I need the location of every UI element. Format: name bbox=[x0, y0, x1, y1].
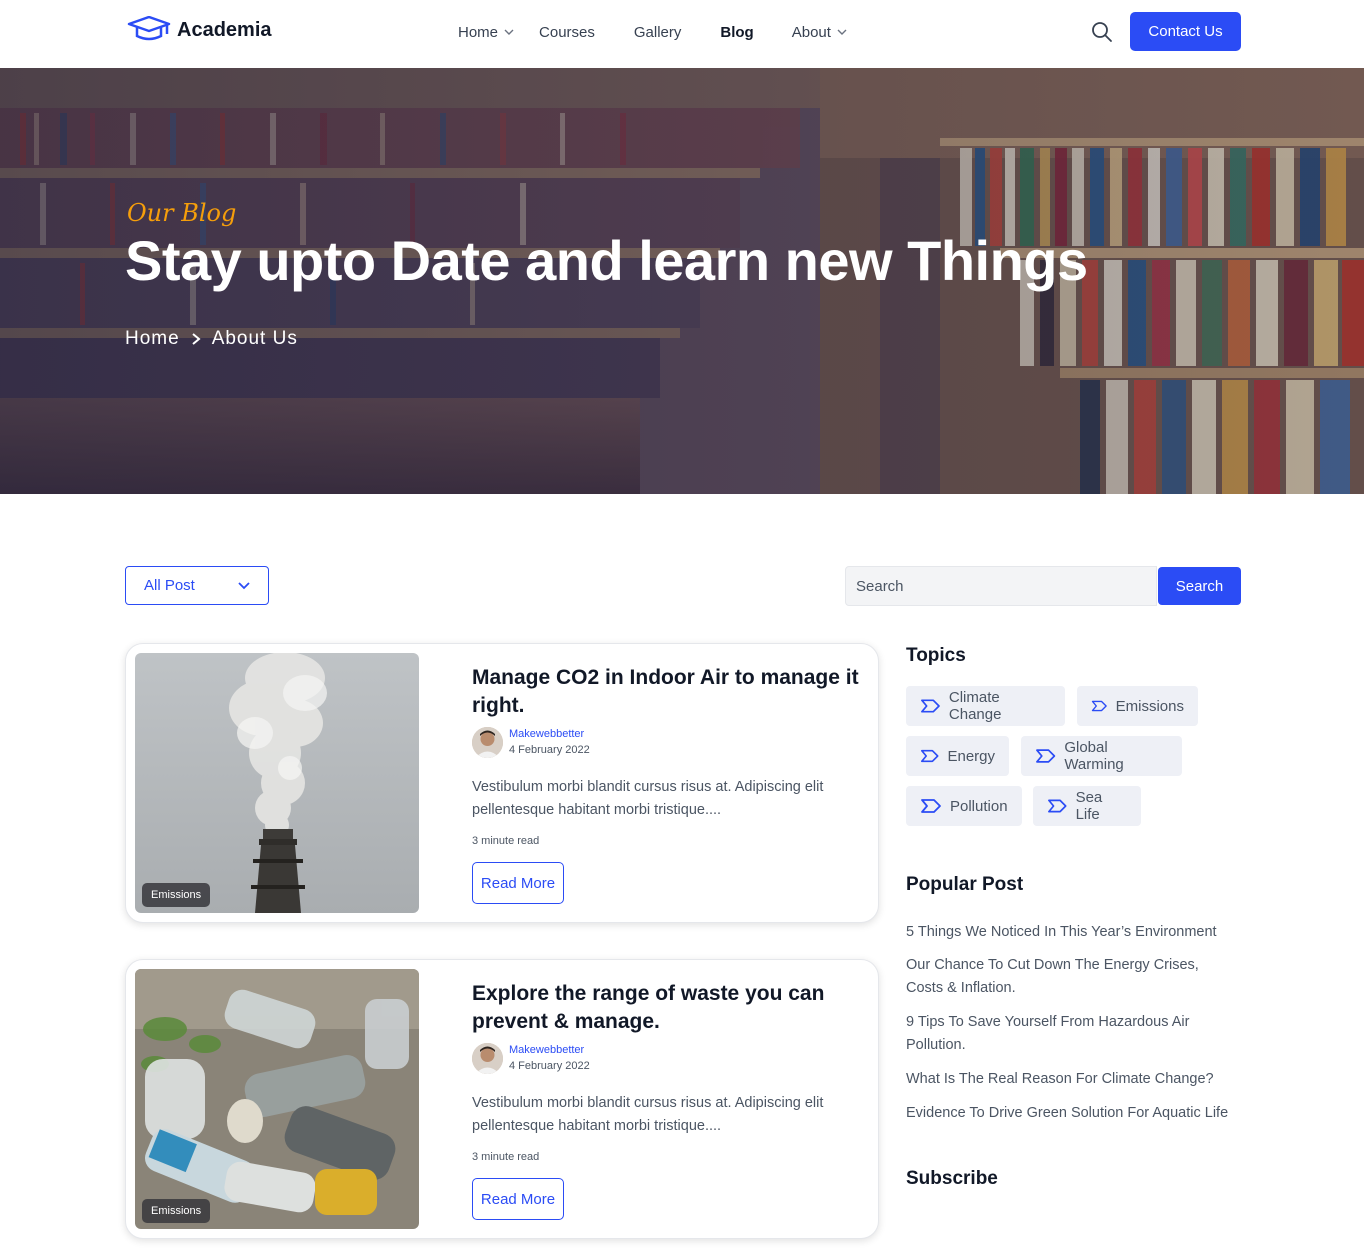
tag-icon bbox=[1048, 799, 1067, 813]
post-image[interactable]: Emissions bbox=[135, 969, 419, 1229]
popular-post-link[interactable]: Evidence To Drive Green Solution For Aqu… bbox=[906, 1102, 1236, 1125]
chevron-right-icon bbox=[192, 333, 201, 345]
chevron-down-icon bbox=[238, 581, 250, 589]
topic-label: Global Warming bbox=[1064, 739, 1124, 773]
topic-label: Pollution bbox=[950, 797, 1008, 815]
breadcrumb-current[interactable]: About Us bbox=[212, 328, 298, 350]
topic-global-warming[interactable]: Global Warming bbox=[1021, 736, 1182, 776]
logo-text: Academia bbox=[177, 18, 272, 41]
post-image[interactable]: Emissions bbox=[135, 653, 419, 913]
avatar bbox=[472, 1042, 503, 1074]
topic-label: Climate Change bbox=[948, 689, 1002, 723]
post-date: 4 February 2022 bbox=[509, 744, 590, 756]
popular-post-heading: Popular Post bbox=[906, 874, 1024, 895]
smokestack-image bbox=[135, 653, 419, 913]
popular-post-link[interactable]: Our Chance To Cut Down The Energy Crises… bbox=[906, 954, 1236, 1000]
menu-label: Home bbox=[458, 23, 499, 41]
breadcrumb-home[interactable]: Home bbox=[125, 328, 180, 350]
top-nav: Academia Home Courses Gallery Blog About… bbox=[0, 0, 1364, 68]
subscribe-heading: Subscribe bbox=[906, 1168, 998, 1189]
topics-heading: Topics bbox=[906, 645, 966, 666]
avatar bbox=[472, 726, 503, 758]
topic-label: Emissions bbox=[1115, 697, 1184, 715]
breadcrumb: Home About Us bbox=[125, 328, 298, 350]
main-menu: Home Courses Gallery Blog About bbox=[458, 22, 847, 42]
tag-icon bbox=[920, 749, 939, 763]
popular-post-link[interactable]: 5 Things We Noticed In This Year’s Envir… bbox=[906, 921, 1236, 944]
menu-label: Gallery bbox=[633, 23, 682, 41]
read-time: 3 minute read bbox=[472, 1151, 540, 1163]
menu-item-about[interactable]: About bbox=[792, 22, 847, 42]
plastic-waste-image bbox=[135, 969, 419, 1229]
post-author: Makewebbetter 4 February 2022 bbox=[472, 1042, 590, 1074]
graduation-cap-icon bbox=[127, 16, 171, 41]
chevron-down-icon bbox=[837, 29, 847, 35]
contact-us-button[interactable]: Contact Us bbox=[1130, 12, 1241, 51]
topic-energy[interactable]: Energy bbox=[906, 736, 1009, 776]
read-time: 3 minute read bbox=[472, 835, 540, 847]
post-excerpt: Vestibulum morbi blandit cursus risus at… bbox=[472, 779, 824, 818]
tag-icon bbox=[921, 799, 941, 813]
menu-item-blog[interactable]: Blog bbox=[720, 22, 753, 42]
post-excerpt: Vestibulum morbi blandit cursus risus at… bbox=[472, 1095, 824, 1134]
chevron-down-icon bbox=[504, 29, 514, 35]
category-badge[interactable]: Emissions bbox=[142, 1199, 211, 1223]
topic-emissions[interactable]: Emissions bbox=[1077, 686, 1198, 726]
topic-sea-life[interactable]: Sea Life bbox=[1033, 786, 1141, 826]
post-date: 4 February 2022 bbox=[509, 1060, 590, 1072]
hero-tagline: Our Blog bbox=[127, 199, 237, 227]
category-badge[interactable]: Emissions bbox=[142, 883, 211, 907]
author-name[interactable]: Makewebbetter bbox=[509, 1042, 590, 1058]
topic-label: Sea Life bbox=[1075, 789, 1103, 823]
tag-icon bbox=[1091, 700, 1107, 712]
post-card: Emissions Manage CO2 in Indoor Air to ma… bbox=[125, 643, 879, 923]
topic-pollution[interactable]: Pollution bbox=[906, 786, 1022, 826]
post-title[interactable]: Explore the range of waste you can preve… bbox=[472, 980, 862, 1036]
post-card: Emissions Explore the range of waste you… bbox=[125, 959, 879, 1239]
menu-label: Courses bbox=[539, 23, 595, 41]
search-button[interactable]: Search bbox=[1158, 567, 1241, 605]
post-title[interactable]: Manage CO2 in Indoor Air to manage it ri… bbox=[472, 664, 862, 720]
topic-climate-change[interactable]: Climate Change bbox=[906, 686, 1065, 726]
hero-title: Stay upto Date and learn new Things bbox=[125, 229, 1088, 292]
popular-post-link[interactable]: What Is The Real Reason For Climate Chan… bbox=[906, 1068, 1236, 1091]
logo[interactable]: Academia bbox=[127, 16, 272, 44]
post-author: Makewebbetter 4 February 2022 bbox=[472, 726, 590, 758]
menu-item-gallery[interactable]: Gallery bbox=[634, 22, 682, 42]
tag-icon bbox=[921, 699, 940, 713]
menu-label: Blog bbox=[720, 23, 754, 41]
menu-item-home[interactable]: Home bbox=[458, 22, 514, 42]
popular-post-link[interactable]: 9 Tips To Save Yourself From Hazardous A… bbox=[906, 1011, 1236, 1057]
blog-search-input[interactable]: Search bbox=[845, 566, 1157, 606]
read-more-button[interactable]: Read More bbox=[472, 862, 564, 904]
post-filter-value: All Post bbox=[144, 577, 195, 594]
menu-item-courses[interactable]: Courses bbox=[539, 22, 595, 42]
search-placeholder: Search bbox=[856, 577, 904, 595]
tag-icon bbox=[1036, 749, 1056, 763]
topic-label: Energy bbox=[947, 747, 995, 765]
hero-banner: Our Blog Stay upto Date and learn new Th… bbox=[0, 68, 1364, 494]
menu-label: About bbox=[791, 23, 831, 41]
read-more-button[interactable]: Read More bbox=[472, 1178, 564, 1220]
author-name[interactable]: Makewebbetter bbox=[509, 726, 590, 742]
post-filter-select[interactable]: All Post bbox=[125, 566, 269, 605]
search-icon[interactable] bbox=[1090, 20, 1114, 44]
